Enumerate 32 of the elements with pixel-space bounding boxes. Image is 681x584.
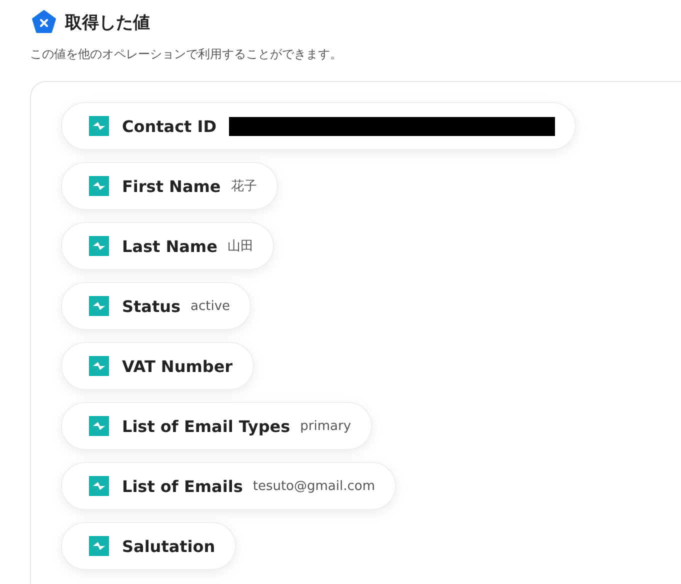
field-label: VAT Number [122,356,233,376]
section-title: 取得した値 [65,12,150,34]
app-icon [89,116,109,136]
field-label: List of Email Types [122,416,290,436]
field-label: First Name [122,176,221,196]
field-value: 山田 [227,238,254,255]
app-icon [89,536,109,556]
field-value: tesuto@gmail.com [252,478,376,494]
field-value: 花子 [230,178,257,195]
app-icon [89,296,109,316]
field-label: Salutation [122,536,216,556]
app-icon [89,476,109,496]
app-icon [89,416,109,436]
value-chip[interactable]: List of Emails tesuto@gmail.com [61,462,396,510]
field-label: Contact ID [122,116,217,136]
field-label: Last Name [122,236,218,256]
app-icon [89,356,109,376]
field-label: Status [122,296,181,316]
field-value: active [190,298,230,314]
field-label: List of Emails [122,476,243,496]
field-value: primary [300,418,352,434]
value-chip[interactable]: Last Name 山田 [61,222,274,270]
value-chip[interactable]: First Name 花子 [61,162,278,210]
value-chip[interactable]: Contact ID [61,102,576,150]
app-icon [89,236,109,256]
section-description: この値を他のオペレーションで利用することができます。 [30,46,343,63]
value-chip[interactable]: Status active [61,282,252,330]
value-chip[interactable]: List of Email Types primary [61,402,372,450]
app-icon [89,176,109,196]
close-icon [32,10,56,34]
value-chip[interactable]: Salutation [61,522,236,570]
value-chip[interactable]: VAT Number [61,342,254,390]
